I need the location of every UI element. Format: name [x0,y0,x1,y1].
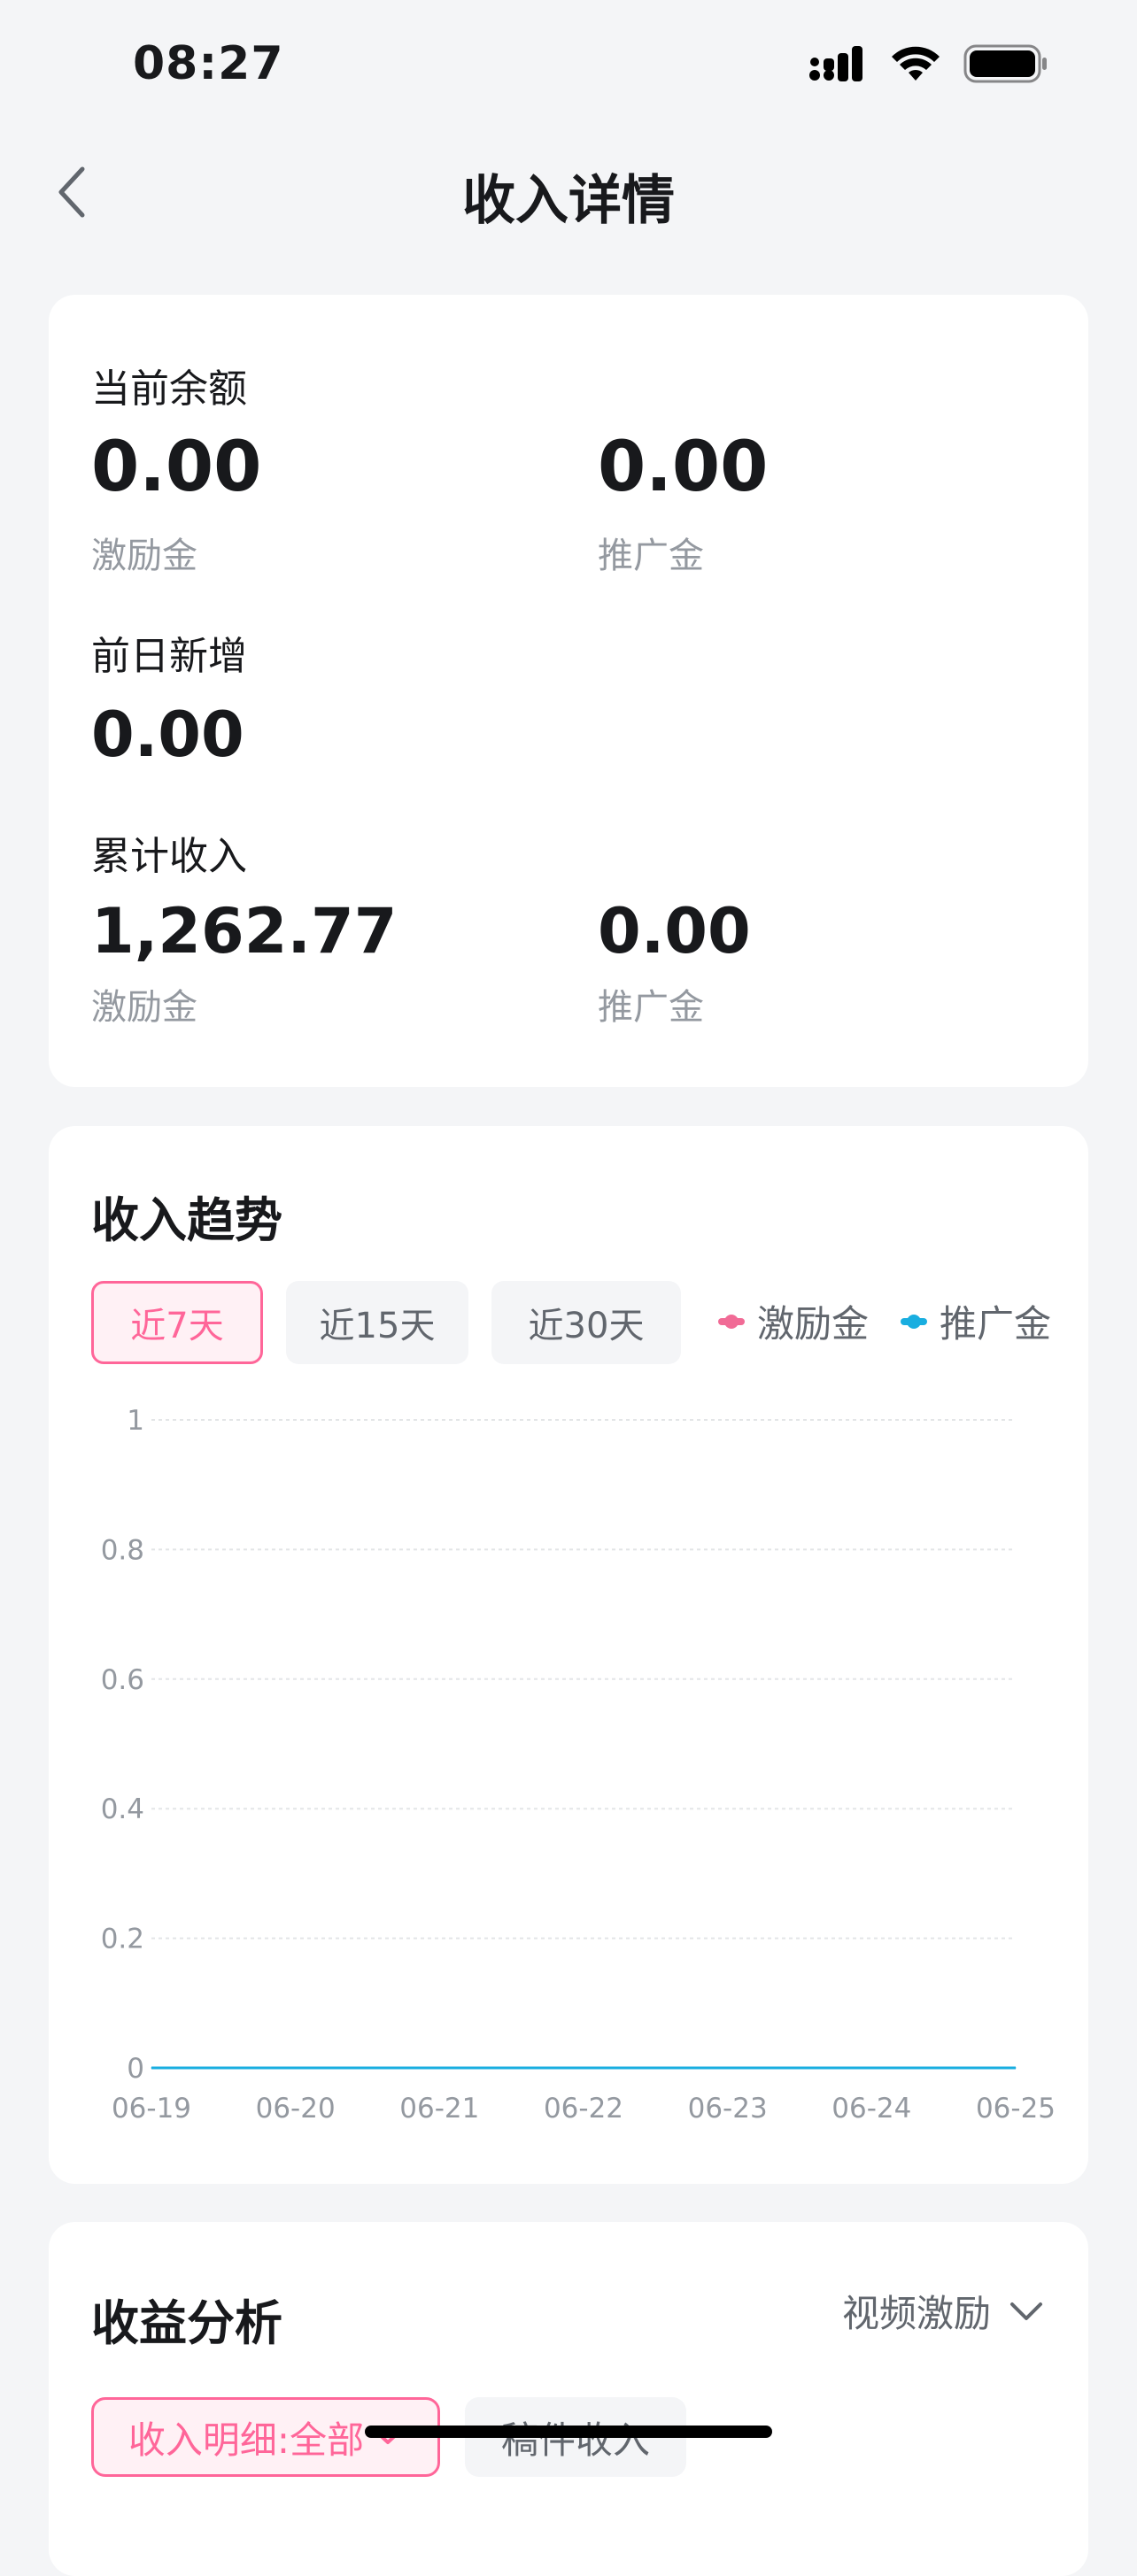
current-balance-label: 当前余额 [91,366,247,412]
prev-day-label: 前日新增 [91,634,247,679]
income-trend-card: 收入趋势 近7天 近15天 近30天 激励金 推广金 1 0.8 0.6 0.4 0.2… [49,1126,1088,2184]
y-tick-label: 0.4 [101,1793,144,1825]
home-indicator [365,2426,772,2438]
x-tick-label: 06-23 [688,2093,768,2125]
x-tick-label: 06-19 [112,2093,191,2125]
income-analysis-card: 收益分析 视频激励 收入明细:全部 稿件收入 [49,2222,1088,2576]
cumulative-promo-amount: 0.00 [598,895,751,968]
status-icons [809,44,1048,83]
current-promo-label: 推广金 [598,536,704,576]
cumulative-label: 累计收入 [91,834,247,879]
x-tick-label: 06-21 [399,2093,479,2125]
current-promo-amount: 0.00 [598,428,769,507]
chevron-down-icon [1010,2302,1042,2320]
x-tick-label: 06-22 [544,2093,623,2125]
cellular-signal-icon [809,46,862,81]
wifi-icon [892,46,940,81]
data-point [870,2067,872,2069]
page-title: 收入详情 [462,170,675,232]
cumulative-incentive-amount: 1,262.77 [91,895,398,968]
nav-bar: 收入详情 [0,133,1137,248]
battery-icon [963,44,1047,83]
data-point [1015,2067,1017,2069]
cumulative-promo-label: 推广金 [598,987,704,1028]
x-tick-label: 06-25 [976,2093,1056,2125]
analysis-title: 收益分析 [91,2295,282,2351]
current-incentive-label: 激励金 [91,536,197,576]
data-point [438,2067,440,2069]
x-tick-label: 06-20 [256,2093,336,2125]
income-detail-filter-label: 收入明细:全部 [128,2418,365,2462]
data-point [151,2067,152,2069]
balance-card: 当前余额 0.00 激励金 0.00 推广金 前日新增 0.00 累计收入 1,… [49,295,1088,1087]
data-point [295,2067,297,2069]
y-tick-label: 0.2 [101,1924,144,1955]
income-type-dropdown-label: 视频激励 [841,2292,991,2335]
income-type-dropdown[interactable]: 视频激励 [842,2284,1044,2338]
x-tick-label: 06-24 [831,2093,911,2125]
data-point [727,2067,729,2069]
current-incentive-amount: 0.00 [91,428,262,507]
y-tick-label: 0.8 [101,1534,144,1566]
y-tick-label: 0 [127,2053,144,2085]
prev-day-amount: 0.00 [91,698,244,771]
status-time: 08:27 [133,37,284,90]
status-bar: 08:27 [0,0,1137,133]
income-trend-chart: 1 0.8 0.6 0.4 0.2 0 06-19 06-20 06-21 06-22 06-23 0… [101,1405,1056,2125]
cumulative-incentive-label: 激励金 [91,987,197,1028]
y-tick-label: 1 [127,1405,144,1437]
y-tick-label: 0.6 [101,1664,144,1696]
